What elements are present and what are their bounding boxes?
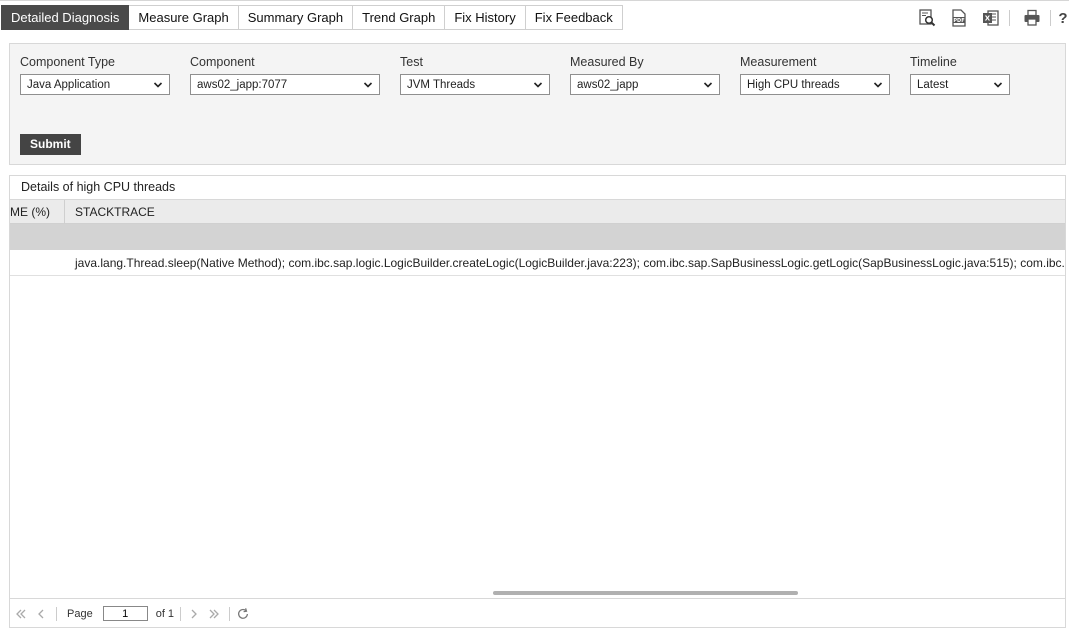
timeline-value: Latest (917, 78, 949, 91)
pdf-icon[interactable]: PDF (949, 8, 969, 28)
group-row (10, 224, 1065, 250)
measurement-select[interactable]: High CPU threads (740, 74, 890, 95)
tab-fix-history[interactable]: Fix History (445, 5, 526, 30)
search-report-icon[interactable] (917, 8, 937, 28)
toolbar-separator (1050, 10, 1051, 26)
table-row[interactable]: java.lang.Thread.sleep(Native Method); c… (10, 250, 1065, 276)
measurement-value: High CPU threads (747, 78, 840, 91)
svg-text:PDF: PDF (953, 18, 964, 24)
refresh-icon[interactable] (236, 607, 250, 621)
tab-trend-graph[interactable]: Trend Graph (353, 5, 446, 30)
tab-summary-graph[interactable]: Summary Graph (238, 5, 354, 30)
chevron-down-icon (153, 82, 163, 88)
component-group: Component aws02_japp:7077 (190, 54, 380, 95)
tab-bar: Detailed Diagnosis Measure Graph Summary… (0, 0, 1069, 32)
pager-separator (180, 606, 182, 621)
next-page-icon[interactable] (187, 607, 201, 621)
test-group: Test JVM Threads (400, 54, 550, 95)
pager-separator (56, 606, 57, 621)
timeline-group: Timeline Latest (910, 54, 1010, 95)
component-value: aws02_japp:7077 (197, 78, 288, 91)
column-header-cpu-time[interactable]: ME (%) (10, 200, 50, 224)
page-count-label: of 1 (155, 607, 175, 620)
component-select[interactable]: aws02_japp:7077 (190, 74, 380, 95)
column-header-stacktrace[interactable]: STACKTRACE (75, 200, 155, 224)
component-type-label: Component Type (20, 55, 115, 69)
chevron-down-icon (703, 82, 713, 88)
pager: Page of 1 (10, 598, 1065, 628)
page-number-input[interactable] (102, 606, 148, 621)
horizontal-scrollbar[interactable] (493, 591, 798, 595)
filter-panel: Component Type Java Application Componen… (9, 43, 1066, 165)
details-title: Details of high CPU threads (21, 180, 176, 194)
chevron-down-icon (363, 82, 373, 88)
tab-fix-feedback[interactable]: Fix Feedback (525, 5, 623, 30)
excel-icon[interactable]: X (981, 8, 1001, 28)
measured-by-select[interactable]: aws02_japp (570, 74, 720, 95)
timeline-label: Timeline (910, 55, 957, 69)
measurement-label: Measurement (740, 55, 817, 69)
test-select[interactable]: JVM Threads (400, 74, 550, 95)
previous-page-icon[interactable] (34, 607, 48, 621)
help-label: ? (1058, 9, 1068, 27)
measured-by-label: Measured By (570, 55, 644, 69)
toolbar-separator (1009, 10, 1010, 26)
last-page-icon[interactable] (207, 607, 221, 621)
component-type-group: Component Type Java Application (20, 54, 170, 95)
chevron-down-icon (993, 82, 1003, 88)
stacktrace-cell: java.lang.Thread.sleep(Native Method); c… (75, 256, 1065, 270)
pager-separator (229, 606, 231, 621)
help-icon[interactable]: ? (1057, 8, 1069, 28)
component-type-value: Java Application (27, 78, 111, 91)
tab-detailed-diagnosis[interactable]: Detailed Diagnosis (1, 5, 130, 30)
test-value: JVM Threads (407, 78, 476, 91)
test-label: Test (400, 55, 423, 69)
details-panel: Details of high CPU threads ME (%) STACK… (9, 175, 1066, 628)
measurement-group: Measurement High CPU threads (740, 54, 890, 95)
tab-measure-graph[interactable]: Measure Graph (129, 5, 239, 30)
page-label: Page (67, 607, 93, 620)
component-type-select[interactable]: Java Application (20, 74, 170, 95)
print-icon[interactable] (1022, 8, 1042, 28)
component-label: Component (190, 55, 255, 69)
measured-by-group: Measured By aws02_japp (570, 54, 720, 95)
timeline-select[interactable]: Latest (910, 74, 1010, 95)
svg-text:X: X (985, 15, 991, 23)
toolbar: PDF X ? (905, 8, 1069, 28)
measured-by-value: aws02_japp (577, 78, 639, 91)
first-page-icon[interactable] (14, 607, 28, 621)
chevron-down-icon (533, 82, 543, 88)
chevron-down-icon (873, 82, 883, 88)
submit-button[interactable]: Submit (20, 134, 81, 155)
column-divider[interactable] (64, 200, 65, 224)
tab-list: Detailed Diagnosis Measure Graph Summary… (1, 5, 623, 30)
table-header: ME (%) STACKTRACE (10, 199, 1065, 224)
